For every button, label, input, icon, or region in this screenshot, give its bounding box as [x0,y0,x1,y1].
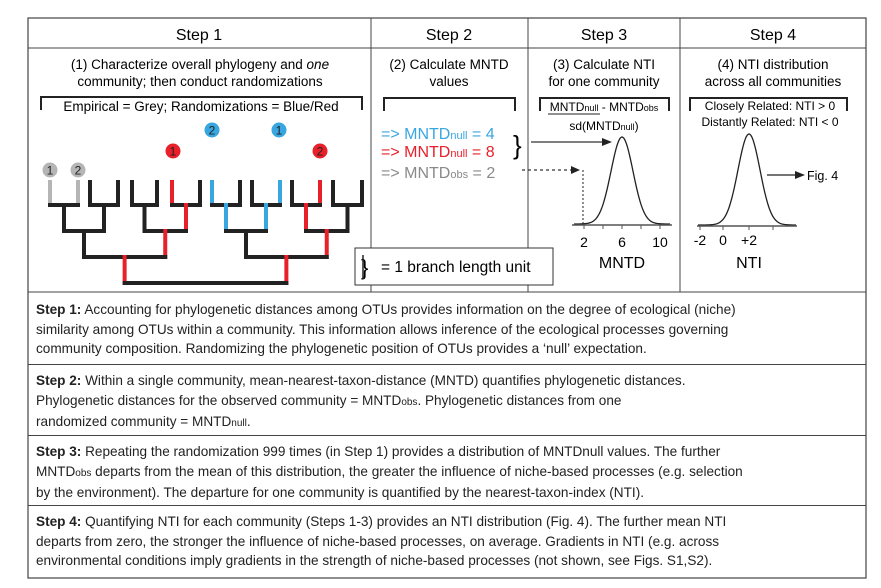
description-line: Phylogenetic distances for the observed … [36,392,622,408]
step1-title-line2: community; then conduct randomizations [77,74,323,89]
brace-icon: } [361,255,368,280]
nti-tick-label: 0 [719,232,727,248]
step4-title-line2: across all communities [705,74,842,89]
mntd-null-blue: => MNTDnull = 4 [381,126,495,143]
step2-bracket [383,97,516,111]
step3-title-line2: for one community [548,74,659,89]
section-divider [28,435,866,436]
step2-title-line2: values [429,74,468,89]
description-line: community composition. Randomizing the p… [36,341,647,356]
otu-marker-label: 1 [276,124,283,138]
mntd-null-distribution-curve [574,136,670,225]
arrow-head-icon [571,166,580,174]
header-step-3: Step 3 [581,27,627,44]
brace-icon: } [513,130,522,160]
scale-label: = 1 branch length unit [381,259,531,276]
step2-title-line1: (2) Calculate MNTD [389,57,509,72]
arrow-head-icon [795,171,805,179]
nti-formula-numerator: MNTDnull - MNTDobs [550,100,659,114]
figure: Step 1 Step 2 Step 3 Step 4 (1) Characte… [0,0,881,588]
mntd-obs-grey: => MNTDobs = 2 [381,165,495,182]
header-step-2: Step 2 [426,27,472,44]
description-line: Step 1: Accounting for phylogenetic dist… [36,302,736,317]
description-line: Step 3: Repeating the randomization 999 … [36,444,721,459]
fig4-reference: Fig. 4 [807,169,838,183]
section-divider [28,364,866,365]
otu-marker-label: 1 [47,164,54,178]
mntd-tick-label: 6 [618,234,626,250]
step-3-description: Step 3: Repeating the randomization 999 … [36,442,861,503]
rule-closely-related: Closely Related: NTI > 0 [705,99,836,113]
nti-tick-label: -2 [694,232,707,248]
nti-distribution-curve [698,133,796,226]
description-line: randomized community = MNTDnull. [36,414,251,429]
step-label: Step 3: [36,444,82,459]
description-line: Step 4: Quantifying NTI for each communi… [36,514,727,529]
step4-title-line1: (4) NTI distribution [717,57,828,72]
mntd-null-red: => MNTDnull = 8 [381,144,495,161]
description-line: environmental conditions imply gradients… [36,553,713,568]
step-1-description: Step 1: Accounting for phylogenetic dist… [36,300,861,359]
section-divider [28,505,866,506]
description-line: Step 2: Within a single community, mean-… [36,373,686,388]
otu-marker-label: 2 [317,145,324,159]
otu-marker-label: 1 [170,145,177,159]
mntd-tick-label: 10 [652,234,668,250]
header-step-4: Step 4 [750,27,796,44]
description-line: departs from zero, the stronger the infl… [36,533,720,549]
otu-marker-label: 2 [75,164,82,178]
step-4-description: Step 4: Quantifying NTI for each communi… [36,512,861,571]
description-line: similarity among OTUs within a community… [36,321,729,337]
nti-tick-label: +2 [741,232,757,248]
nti-formula-denominator: sd(MNTDnull) [569,119,638,133]
arrow-head-icon [602,138,612,146]
step1-title-line1: (1) Characterize overall phylogeny and o… [71,57,329,72]
nti-axis-label: NTI [736,255,762,272]
phylogenetic-tree [48,180,364,285]
step-label: Step 4: [36,514,82,529]
otu-marker-label: 2 [209,124,216,138]
mntd-tick-label: 2 [580,234,588,250]
description-line: by the environment). The departure for o… [36,485,644,500]
step-label: Step 2: [36,373,82,388]
header-step-1: Step 1 [176,27,222,44]
description-line: MNTDobs departs from the mean of this di… [36,463,743,479]
otu-markers: 1 2 1 2 1 2 [42,122,328,178]
legend-text: Empirical = Grey; Randomizations = Blue/… [63,99,338,114]
step3-title-line1: (3) Calculate NTI [553,57,655,72]
step-2-description: Step 2: Within a single community, mean-… [36,371,861,434]
mntd-axis-label: MNTD [599,255,645,272]
step-label: Step 1: [36,302,82,317]
rule-distantly-related: Distantly Related: NTI < 0 [701,115,838,129]
